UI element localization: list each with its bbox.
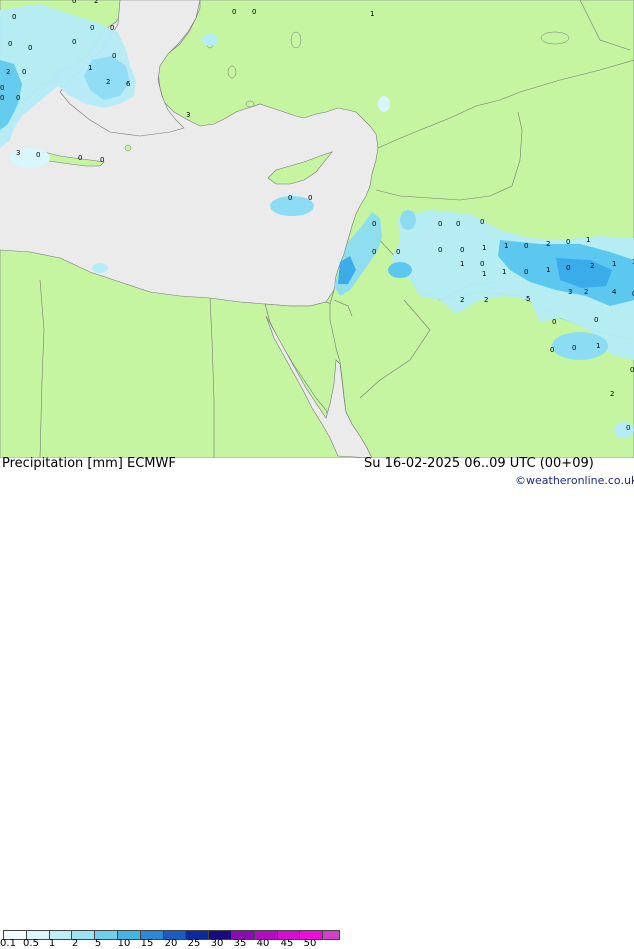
grid-value-label: 0 (480, 260, 484, 268)
grid-value-label: 1 (504, 242, 508, 250)
grid-value-label: 4 (612, 288, 617, 296)
legend-label: 15 (140, 938, 154, 949)
chart-title: Precipitation [mm] ECMWF (2, 456, 176, 471)
precip-patch (202, 34, 218, 46)
precip-patch (388, 262, 412, 278)
grid-value-label: 0 (12, 13, 16, 21)
grid-value-label: 0 (438, 220, 442, 228)
legend-label: 1 (48, 938, 56, 949)
grid-value-label: 1 (482, 244, 486, 252)
grid-value-label: 3 (16, 149, 20, 157)
grid-value-label: 0 (594, 316, 598, 324)
legend-label: 35 (233, 938, 247, 949)
grid-value-label: 5 (526, 295, 530, 303)
grid-value-label: 0 (72, 38, 76, 46)
grid-value-label: 2 (6, 68, 10, 76)
precipitation-map: 0 2 0 0 1 0 0 0 0 0 0 0 1 2 0 2 6 0 0 3 3 0 0 0 0 0 0 0 0 0 0 0 0 0 1 1 0 2 0 1… (0, 0, 634, 458)
grid-value-label: 0 (572, 344, 576, 352)
grid-value-label: 1 (586, 236, 590, 244)
grid-value-label: 0 (552, 318, 556, 326)
legend-label: 2 (71, 938, 79, 949)
grid-value-label: 0 (90, 24, 94, 32)
precip-patch (400, 210, 416, 230)
grid-value-label: 1 (460, 260, 464, 268)
grid-value-label: 2 (460, 296, 464, 304)
grid-value-label: 0 (550, 346, 554, 354)
grid-value-label: 1 (546, 266, 550, 274)
grid-value-label: 1 (482, 270, 486, 278)
valid-time: Su 16-02-2025 06..09 UTC (00+09) (364, 456, 594, 471)
grid-value-label: 0 (372, 248, 376, 256)
legend-label: 30 (210, 938, 224, 949)
grid-value-label: 2 (106, 78, 110, 86)
precip-patch (378, 96, 390, 112)
grid-value-label: 0 (460, 246, 464, 254)
legend-label: 50 (303, 938, 317, 949)
legend-label: 0.1 (0, 938, 16, 949)
precip-patch (92, 263, 108, 273)
grid-value-label: 3 (568, 288, 572, 296)
grid-value-label: 2 (584, 288, 588, 296)
grid-value-label: 1 (370, 10, 374, 18)
grid-value-label: 0 (232, 8, 236, 16)
grid-value-label: 1 (612, 260, 616, 268)
legend-label: 40 (256, 938, 270, 949)
legend-label: 10 (117, 938, 131, 949)
grid-value-label: 0 (16, 94, 20, 102)
grid-value-label: 3 (186, 111, 190, 119)
grid-value-label: 0 (372, 220, 376, 228)
legend-label: 25 (187, 938, 201, 949)
grid-value-label: 0 (78, 154, 82, 162)
legend-label: 45 (280, 938, 294, 949)
grid-value-label: 0 (396, 248, 400, 256)
legend-label: 0.5 (23, 938, 39, 949)
legend-swatch (322, 930, 341, 940)
grid-value-label: 1 (88, 64, 92, 72)
grid-value-label: 2 (546, 240, 550, 248)
grid-value-label: 0 (288, 194, 292, 202)
grid-value-label: 1 (596, 342, 600, 350)
grid-value-label: 0 (110, 24, 114, 32)
grid-value-label: 2 (94, 0, 98, 5)
grid-value-label: 0 (438, 246, 442, 254)
grid-value-label: 0 (630, 366, 634, 374)
grid-value-label: 0 (100, 156, 104, 164)
grid-value-label: 0 (524, 242, 528, 250)
grid-value-label: 2 (590, 262, 594, 270)
grid-value-label: 0 (524, 268, 528, 276)
grid-value-label: 0 (626, 424, 630, 432)
grid-value-label: 0 (308, 194, 312, 202)
grid-value-label: 0 (22, 68, 26, 76)
grid-value-label: 0 (456, 220, 460, 228)
grid-value-label: 0 (566, 264, 570, 272)
grid-value-label: 0 (480, 218, 484, 226)
grid-value-label: 0 (0, 94, 4, 102)
grid-value-label: 0 (72, 0, 76, 5)
grid-value-label: 1 (502, 268, 506, 276)
grid-value-label: 0 (252, 8, 256, 16)
legend-label: 5 (94, 938, 102, 949)
grid-value-label: 0 (8, 40, 12, 48)
map-svg: 0 2 0 0 1 0 0 0 0 0 0 0 1 2 0 2 6 0 0 3 3 0 0 0 0 0 0 0 0 0 0 0 0 0 1 1 0 2 0 1… (0, 0, 634, 458)
grid-value-label: 6 (126, 80, 131, 88)
grid-value-label: 2 (484, 296, 488, 304)
legend-label: 20 (164, 938, 178, 949)
grid-value-label: 2 (610, 390, 614, 398)
grid-value-label: 0 (36, 151, 40, 159)
footer: Precipitation [mm] ECMWF Su 16-02-2025 0… (0, 456, 634, 949)
grid-value-label: 0 (112, 52, 116, 60)
grid-value-label: 0 (28, 44, 32, 52)
precip-patch (614, 422, 634, 438)
credit-link[interactable]: ©weatheronline.co.uk (515, 474, 634, 487)
grid-value-label: 0 (566, 238, 570, 246)
grid-value-label: 0 (0, 84, 4, 92)
